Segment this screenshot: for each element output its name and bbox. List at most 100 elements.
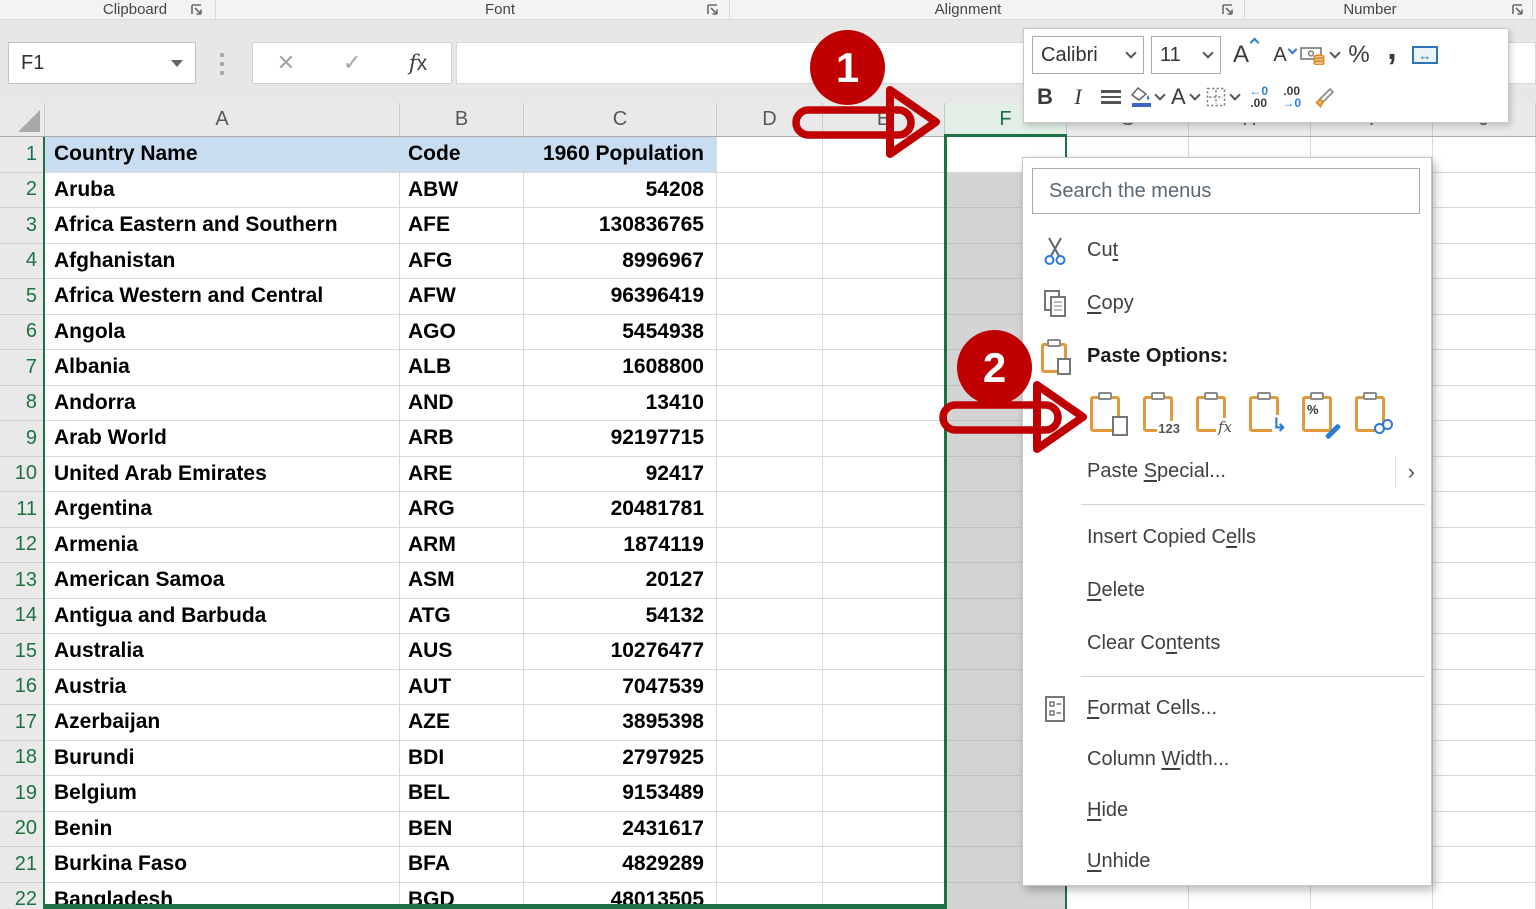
cell-E2[interactable] <box>823 173 945 209</box>
cell-J4[interactable] <box>1433 244 1536 280</box>
font-size-select[interactable]: 11 <box>1151 36 1221 74</box>
row-header-21[interactable]: 21 <box>0 847 45 883</box>
cell-C3[interactable]: 130836765 <box>524 208 717 244</box>
paste-icon[interactable] <box>1088 392 1128 436</box>
cell-E17[interactable] <box>823 705 945 741</box>
cell-D14[interactable] <box>717 599 823 635</box>
cell-C11[interactable]: 20481781 <box>524 492 717 528</box>
cell-J9[interactable] <box>1433 421 1536 457</box>
cell-C19[interactable]: 9153489 <box>524 776 717 812</box>
paste-values-icon[interactable]: 123 <box>1141 392 1181 436</box>
cell-D11[interactable] <box>717 492 823 528</box>
cell-B13[interactable]: ASM <box>400 563 524 599</box>
cell-C15[interactable]: 10276477 <box>524 634 717 670</box>
menu-item-column-width[interactable]: Column Width... <box>1023 734 1431 785</box>
dialog-launcher-icon[interactable] <box>1511 3 1525 17</box>
cell-E3[interactable] <box>823 208 945 244</box>
cell-B11[interactable]: ARG <box>400 492 524 528</box>
cell-A19[interactable]: Belgium <box>45 776 400 812</box>
column-header-B[interactable]: B <box>400 103 524 136</box>
cell-B4[interactable]: AFG <box>400 244 524 280</box>
cell-A12[interactable]: Armenia <box>45 528 400 564</box>
cell-J18[interactable] <box>1433 741 1536 777</box>
enter-icon[interactable]: ✓ <box>343 50 361 76</box>
borders-button[interactable] <box>1206 79 1239 115</box>
paste-formulas-icon[interactable]: fx <box>1194 392 1234 436</box>
cell-D4[interactable] <box>717 244 823 280</box>
row-header-18[interactable]: 18 <box>0 741 45 777</box>
cell-E15[interactable] <box>823 634 945 670</box>
row-header-9[interactable]: 9 <box>0 421 45 457</box>
cell-A13[interactable]: American Samoa <box>45 563 400 599</box>
cell-E21[interactable] <box>823 847 945 883</box>
cell-J13[interactable] <box>1433 563 1536 599</box>
cell-D13[interactable] <box>717 563 823 599</box>
cell-B7[interactable]: ALB <box>400 350 524 386</box>
cell-J3[interactable] <box>1433 208 1536 244</box>
cell-D6[interactable] <box>717 315 823 351</box>
cell-A17[interactable]: Azerbaijan <box>45 705 400 741</box>
cell-E4[interactable] <box>823 244 945 280</box>
menu-search-input[interactable] <box>1033 169 1419 213</box>
row-header-3[interactable]: 3 <box>0 208 45 244</box>
cell-D20[interactable] <box>717 812 823 848</box>
dialog-launcher-icon[interactable] <box>190 3 204 17</box>
cell-C9[interactable]: 92197715 <box>524 421 717 457</box>
cell-A20[interactable]: Benin <box>45 812 400 848</box>
cell-B19[interactable]: BEL <box>400 776 524 812</box>
cell-B6[interactable]: AGO <box>400 315 524 351</box>
cell-D7[interactable] <box>717 350 823 386</box>
row-header-16[interactable]: 16 <box>0 670 45 706</box>
fill-color-button[interactable] <box>1131 79 1164 115</box>
menu-search-box[interactable] <box>1032 168 1420 214</box>
cell-J5[interactable] <box>1433 279 1536 315</box>
row-header-6[interactable]: 6 <box>0 315 45 351</box>
cell-A8[interactable]: Andorra <box>45 386 400 422</box>
percent-style-button[interactable]: % <box>1346 37 1372 73</box>
cell-B15[interactable]: AUS <box>400 634 524 670</box>
cell-E18[interactable] <box>823 741 945 777</box>
cancel-icon[interactable]: ✕ <box>277 50 295 76</box>
cell-J12[interactable] <box>1433 528 1536 564</box>
font-color-button[interactable]: A <box>1171 79 1199 115</box>
cell-A9[interactable]: Arab World <box>45 421 400 457</box>
cell-E20[interactable] <box>823 812 945 848</box>
row-header-14[interactable]: 14 <box>0 599 45 635</box>
cell-J17[interactable] <box>1433 705 1536 741</box>
italic-button[interactable]: I <box>1065 79 1091 115</box>
cell-J19[interactable] <box>1433 776 1536 812</box>
cell-A4[interactable]: Afghanistan <box>45 244 400 280</box>
menu-item-insert-copied-cells[interactable]: Insert Copied Cells <box>1023 511 1431 564</box>
cell-D10[interactable] <box>717 457 823 493</box>
cell-C5[interactable]: 96396419 <box>524 279 717 315</box>
cell-D16[interactable] <box>717 670 823 706</box>
cell-D19[interactable] <box>717 776 823 812</box>
cell-C16[interactable]: 7047539 <box>524 670 717 706</box>
cell-A14[interactable]: Antigua and Barbuda <box>45 599 400 635</box>
cell-C10[interactable]: 92417 <box>524 457 717 493</box>
format-painter-button[interactable] <box>1312 79 1338 115</box>
decrease-decimal-button[interactable]: .00→0 <box>1279 79 1305 115</box>
cell-J15[interactable] <box>1433 634 1536 670</box>
cell-B20[interactable]: BEN <box>400 812 524 848</box>
cell-E11[interactable] <box>823 492 945 528</box>
dialog-launcher-icon[interactable] <box>1221 3 1235 17</box>
cell-D15[interactable] <box>717 634 823 670</box>
cell-E10[interactable] <box>823 457 945 493</box>
cell-J2[interactable] <box>1433 173 1536 209</box>
cell-J7[interactable] <box>1433 350 1536 386</box>
cell-C2[interactable]: 54208 <box>524 173 717 209</box>
cell-E7[interactable] <box>823 350 945 386</box>
cell-C17[interactable]: 3895398 <box>524 705 717 741</box>
cell-D3[interactable] <box>717 208 823 244</box>
cell-J16[interactable] <box>1433 670 1536 706</box>
row-header-5[interactable]: 5 <box>0 279 45 315</box>
cell-A10[interactable]: United Arab Emirates <box>45 457 400 493</box>
row-header-15[interactable]: 15 <box>0 634 45 670</box>
cell-B3[interactable]: AFE <box>400 208 524 244</box>
cell-J6[interactable] <box>1433 315 1536 351</box>
cell-E14[interactable] <box>823 599 945 635</box>
row-header-1[interactable]: 1 <box>0 137 45 173</box>
insert-function-icon[interactable]: fx <box>409 51 427 76</box>
cell-D8[interactable] <box>717 386 823 422</box>
